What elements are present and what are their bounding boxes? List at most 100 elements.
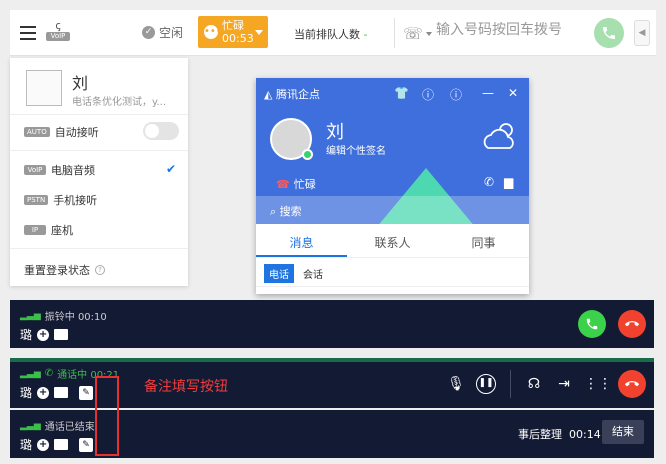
- hangup-button[interactable]: [618, 370, 646, 398]
- transfer-icon[interactable]: ⇥: [554, 374, 574, 394]
- check-circle-icon: ✓: [142, 26, 155, 39]
- dial-number-input[interactable]: [436, 22, 586, 38]
- sub-tab-bar: 电话 会话: [264, 264, 328, 283]
- answer-button[interactable]: [578, 310, 606, 338]
- question-icon[interactable]: ?: [95, 265, 105, 275]
- wrap-up-info: 事后整理 00:14: [518, 426, 601, 442]
- qidian-window: ◭ 腾讯企点 👕 ⓘ ⓘ — ✕ 刘 编辑个性签名 ☎ 忙碌 ✆ ▆ ⌕ 搜索 …: [256, 78, 529, 294]
- user-name: 刘: [72, 74, 89, 93]
- end-wrap-up-button[interactable]: 结束: [602, 420, 644, 444]
- divider: [10, 114, 188, 115]
- dial-mode-selector[interactable]: ☏: [403, 24, 433, 43]
- search-label: ⌕ 搜索: [270, 205, 302, 218]
- note-edit-button[interactable]: ✎: [79, 437, 94, 452]
- phone-icon: ☏: [403, 24, 424, 43]
- annotation-label: 备注填写按钮: [144, 379, 228, 395]
- user-name: 刘: [326, 122, 344, 143]
- hangup-button[interactable]: [618, 310, 646, 338]
- qidian-header: ◭ 腾讯企点 👕 ⓘ ⓘ — ✕ 刘 编辑个性签名 ☎ 忙碌 ✆ ▆ ⌕ 搜索: [256, 78, 529, 224]
- app-name: 腾讯企点: [275, 88, 320, 101]
- keypad-icon[interactable]: ⋮⋮: [584, 374, 612, 394]
- busy-icon: •••: [204, 25, 222, 39]
- avatar[interactable]: [270, 118, 313, 160]
- wrap-up-label: 事后整理: [518, 428, 562, 441]
- mute-icon[interactable]: 🎙: [446, 374, 466, 394]
- add-contact-icon[interactable]: +: [37, 438, 50, 451]
- divider: [256, 286, 529, 287]
- check-icon: ✔: [166, 162, 177, 176]
- chevron-down-icon: [426, 31, 433, 36]
- minimize-icon[interactable]: —: [482, 86, 494, 100]
- caller-info: 璐 + ✎: [20, 384, 94, 401]
- signal-icon: ▂▃▅: [20, 310, 41, 321]
- tab-bar: 消息 联系人 同事: [256, 230, 529, 258]
- help-icon[interactable]: ⓘ: [422, 86, 434, 103]
- caller-name: 璐: [20, 328, 33, 342]
- busy-timer: 00:53: [222, 32, 254, 45]
- phone-icon[interactable]: ✆: [484, 175, 494, 189]
- voip-option[interactable]: VoIP 电脑音频: [24, 162, 95, 178]
- weather-icon: [483, 123, 514, 149]
- signature[interactable]: 编辑个性签名: [326, 142, 386, 157]
- status-selector[interactable]: ☎ 忙碌: [276, 176, 316, 192]
- sub-tab-phone[interactable]: 电话: [264, 264, 294, 283]
- auto-answer-toggle[interactable]: [143, 122, 179, 140]
- divider: [394, 18, 395, 48]
- ip-label: 座机: [51, 224, 73, 237]
- close-icon[interactable]: ✕: [508, 86, 518, 100]
- alert-icon[interactable]: ⓘ: [450, 86, 462, 103]
- caller-info: 璐 +: [20, 326, 69, 343]
- online-dot: [302, 149, 313, 160]
- tab-colleagues[interactable]: 同事: [438, 230, 529, 257]
- status-menu-panel: 刘 电话条优化测试，y... AUTO 自动接听 VoIP 电脑音频 ✔ PST…: [10, 58, 188, 286]
- call-toolbar: ꞔ VoIP ✓ 空闲 ••• 忙碌 00:53 当前排队人数 - ☏ ◀: [10, 10, 656, 56]
- menu-icon[interactable]: [20, 26, 36, 40]
- busy-status-button[interactable]: ••• 忙碌 00:53: [198, 16, 268, 48]
- signal-icon: ꞔ: [55, 19, 61, 32]
- wrap-up-timer: 00:14: [569, 428, 601, 441]
- call-status-label: 通话已结束: [44, 422, 95, 433]
- voip-tag: VoIP: [46, 32, 70, 41]
- contact-card-icon[interactable]: [54, 387, 69, 398]
- call-status-label: 振铃中 00:10: [44, 312, 107, 323]
- phone-icon: [603, 27, 615, 39]
- status-idle-label: 空闲: [159, 26, 184, 40]
- signal-icon: ▂▃▅: [20, 368, 41, 379]
- avatar: [26, 70, 62, 106]
- phone-icon: ✆: [44, 368, 54, 379]
- status-idle-option[interactable]: ✓ 空闲: [142, 24, 183, 41]
- call-status: ▂▃▅ 通话已结束: [20, 418, 95, 434]
- note-edit-button[interactable]: ✎: [79, 385, 94, 400]
- message-icon[interactable]: ▆: [504, 175, 513, 189]
- reset-login-label: 重置登录状态: [24, 264, 90, 277]
- auto-answer-row: AUTO 自动接听: [24, 124, 99, 140]
- caller-name: 璐: [20, 386, 33, 400]
- skin-icon[interactable]: 👕: [394, 86, 409, 100]
- search-bar[interactable]: ⌕ 搜索: [256, 196, 529, 224]
- chevron-down-icon: [255, 30, 263, 35]
- collapse-icon[interactable]: ◀: [634, 20, 650, 46]
- reset-login-button[interactable]: 重置登录状态 ?: [24, 262, 105, 278]
- annotation-box: [95, 376, 119, 456]
- ip-option[interactable]: IP 座机: [24, 222, 73, 238]
- signal-icon: ▂▃▅: [20, 420, 41, 431]
- tab-messages[interactable]: 消息: [256, 230, 347, 257]
- divider: [510, 370, 511, 398]
- pstn-option[interactable]: PSTN 手机接听: [24, 192, 97, 208]
- add-contact-icon[interactable]: +: [37, 386, 50, 399]
- consult-icon[interactable]: ☊: [524, 374, 544, 394]
- voip-tag: VoIP: [24, 165, 46, 175]
- dial-call-button[interactable]: [594, 18, 624, 48]
- app-title: ◭ 腾讯企点: [264, 88, 320, 101]
- tab-contacts[interactable]: 联系人: [347, 230, 438, 257]
- sub-tab-session[interactable]: 会话: [298, 264, 328, 283]
- contact-card-icon[interactable]: [54, 439, 69, 450]
- contact-card-icon[interactable]: [54, 329, 69, 340]
- auto-tag: AUTO: [24, 127, 50, 137]
- pstn-tag: PSTN: [24, 195, 49, 205]
- phone-icon: ☎: [276, 177, 290, 191]
- add-contact-icon[interactable]: +: [37, 328, 50, 341]
- hangup-icon: [625, 321, 639, 327]
- call-status: ▂▃▅ 振铃中 00:10: [20, 308, 107, 324]
- hold-icon[interactable]: ❚❚: [476, 374, 496, 394]
